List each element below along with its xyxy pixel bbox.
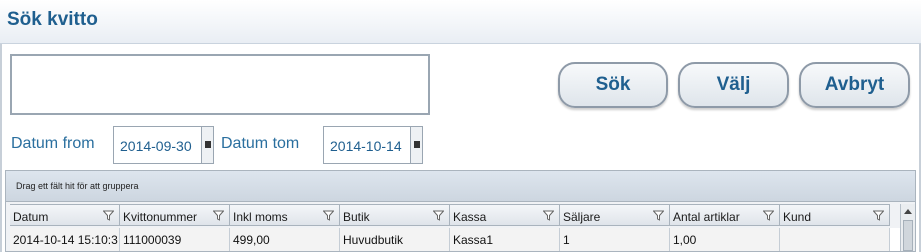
column-label: Kund xyxy=(783,210,812,224)
filter-icon[interactable] xyxy=(433,210,444,221)
cell-text: Kassa1 xyxy=(453,233,494,247)
column-label: Butik xyxy=(343,210,370,224)
date-from-label: Datum from xyxy=(11,135,95,152)
window-border-left xyxy=(0,44,2,252)
filter-icon[interactable] xyxy=(653,210,664,221)
column-header-kund[interactable]: Kund xyxy=(780,204,890,226)
calendar-icon[interactable] xyxy=(201,127,213,163)
cell-text: Huvudbutik xyxy=(343,233,404,247)
cell-butik: Huvudbutik xyxy=(340,228,450,251)
column-header-kassa[interactable]: Kassa xyxy=(450,204,560,226)
date-to-label: Datum tom xyxy=(221,135,300,152)
calendar-icon[interactable] xyxy=(410,127,422,163)
column-header-datum[interactable]: Datum xyxy=(10,204,120,226)
column-header-antal-artiklar[interactable]: Antal artiklar xyxy=(670,204,780,226)
scrollbar-thumb[interactable] xyxy=(903,220,913,251)
column-label: Kvittonummer xyxy=(123,210,198,224)
date-to-value: 2014-10-14 xyxy=(330,138,402,154)
cell-datum: 2014-10-14 15:10:3 xyxy=(10,228,120,251)
cell-text: 111000039 xyxy=(123,233,182,247)
window-title: Sök kvitto xyxy=(7,9,98,30)
column-header-inkl-moms[interactable]: Inkl moms xyxy=(230,204,340,226)
receipt-grid: Drag ett fält hit för att gruppera Datum… xyxy=(5,170,916,252)
group-panel[interactable]: Drag ett fält hit för att gruppera xyxy=(6,171,915,202)
cell-kvittonummer: 111000039 xyxy=(120,228,230,251)
search-input[interactable] xyxy=(10,54,430,115)
grid-header: Datum Kvittonummer Inkl moms Butik Kassa… xyxy=(10,204,900,226)
cell-kassa: Kassa1 xyxy=(450,228,560,251)
column-label: Datum xyxy=(13,210,49,224)
filter-icon[interactable] xyxy=(873,210,884,221)
cell-text: 499,00 xyxy=(233,233,270,247)
filter-icon[interactable] xyxy=(543,210,554,221)
filter-icon[interactable] xyxy=(103,210,114,221)
vertical-scrollbar[interactable] xyxy=(900,204,915,251)
column-label: Kassa xyxy=(453,210,487,224)
cell-kund xyxy=(780,228,890,251)
column-label: Säljare xyxy=(563,210,601,224)
date-from-field[interactable]: 2014-09-30 xyxy=(113,126,214,164)
column-header-kvittonummer[interactable]: Kvittonummer xyxy=(120,204,230,226)
column-header-butik[interactable]: Butik xyxy=(340,204,450,226)
arrow-up-icon[interactable] xyxy=(901,204,915,218)
column-label: Inkl moms xyxy=(233,210,288,224)
filter-icon[interactable] xyxy=(213,210,224,221)
cell-text: 1 xyxy=(563,233,570,247)
date-to-field[interactable]: 2014-10-14 xyxy=(323,126,423,164)
search-button[interactable]: Sök xyxy=(558,62,668,108)
table-row[interactable]: 2014-10-14 15:10:3 111000039 499,00 Huvu… xyxy=(10,228,900,251)
column-label: Antal artiklar xyxy=(673,210,740,224)
cancel-button[interactable]: Avbryt xyxy=(799,62,910,108)
column-header-saljare[interactable]: Säljare xyxy=(560,204,670,226)
date-from-value: 2014-09-30 xyxy=(120,138,192,154)
select-button[interactable]: Välj xyxy=(678,62,789,108)
group-hint: Drag ett fält hit för att gruppera xyxy=(16,181,139,191)
cell-antal-artiklar: 1,00 xyxy=(670,228,780,251)
title-bar: Sök kvitto xyxy=(0,0,921,44)
filter-icon[interactable] xyxy=(763,210,774,221)
filter-icon[interactable] xyxy=(323,210,334,221)
cell-saljare: 1 xyxy=(560,228,670,251)
cell-inkl-moms: 499,00 xyxy=(230,228,340,251)
cell-text: 2014-10-14 15:10:3 xyxy=(13,233,118,247)
cell-text: 1,00 xyxy=(673,233,697,247)
